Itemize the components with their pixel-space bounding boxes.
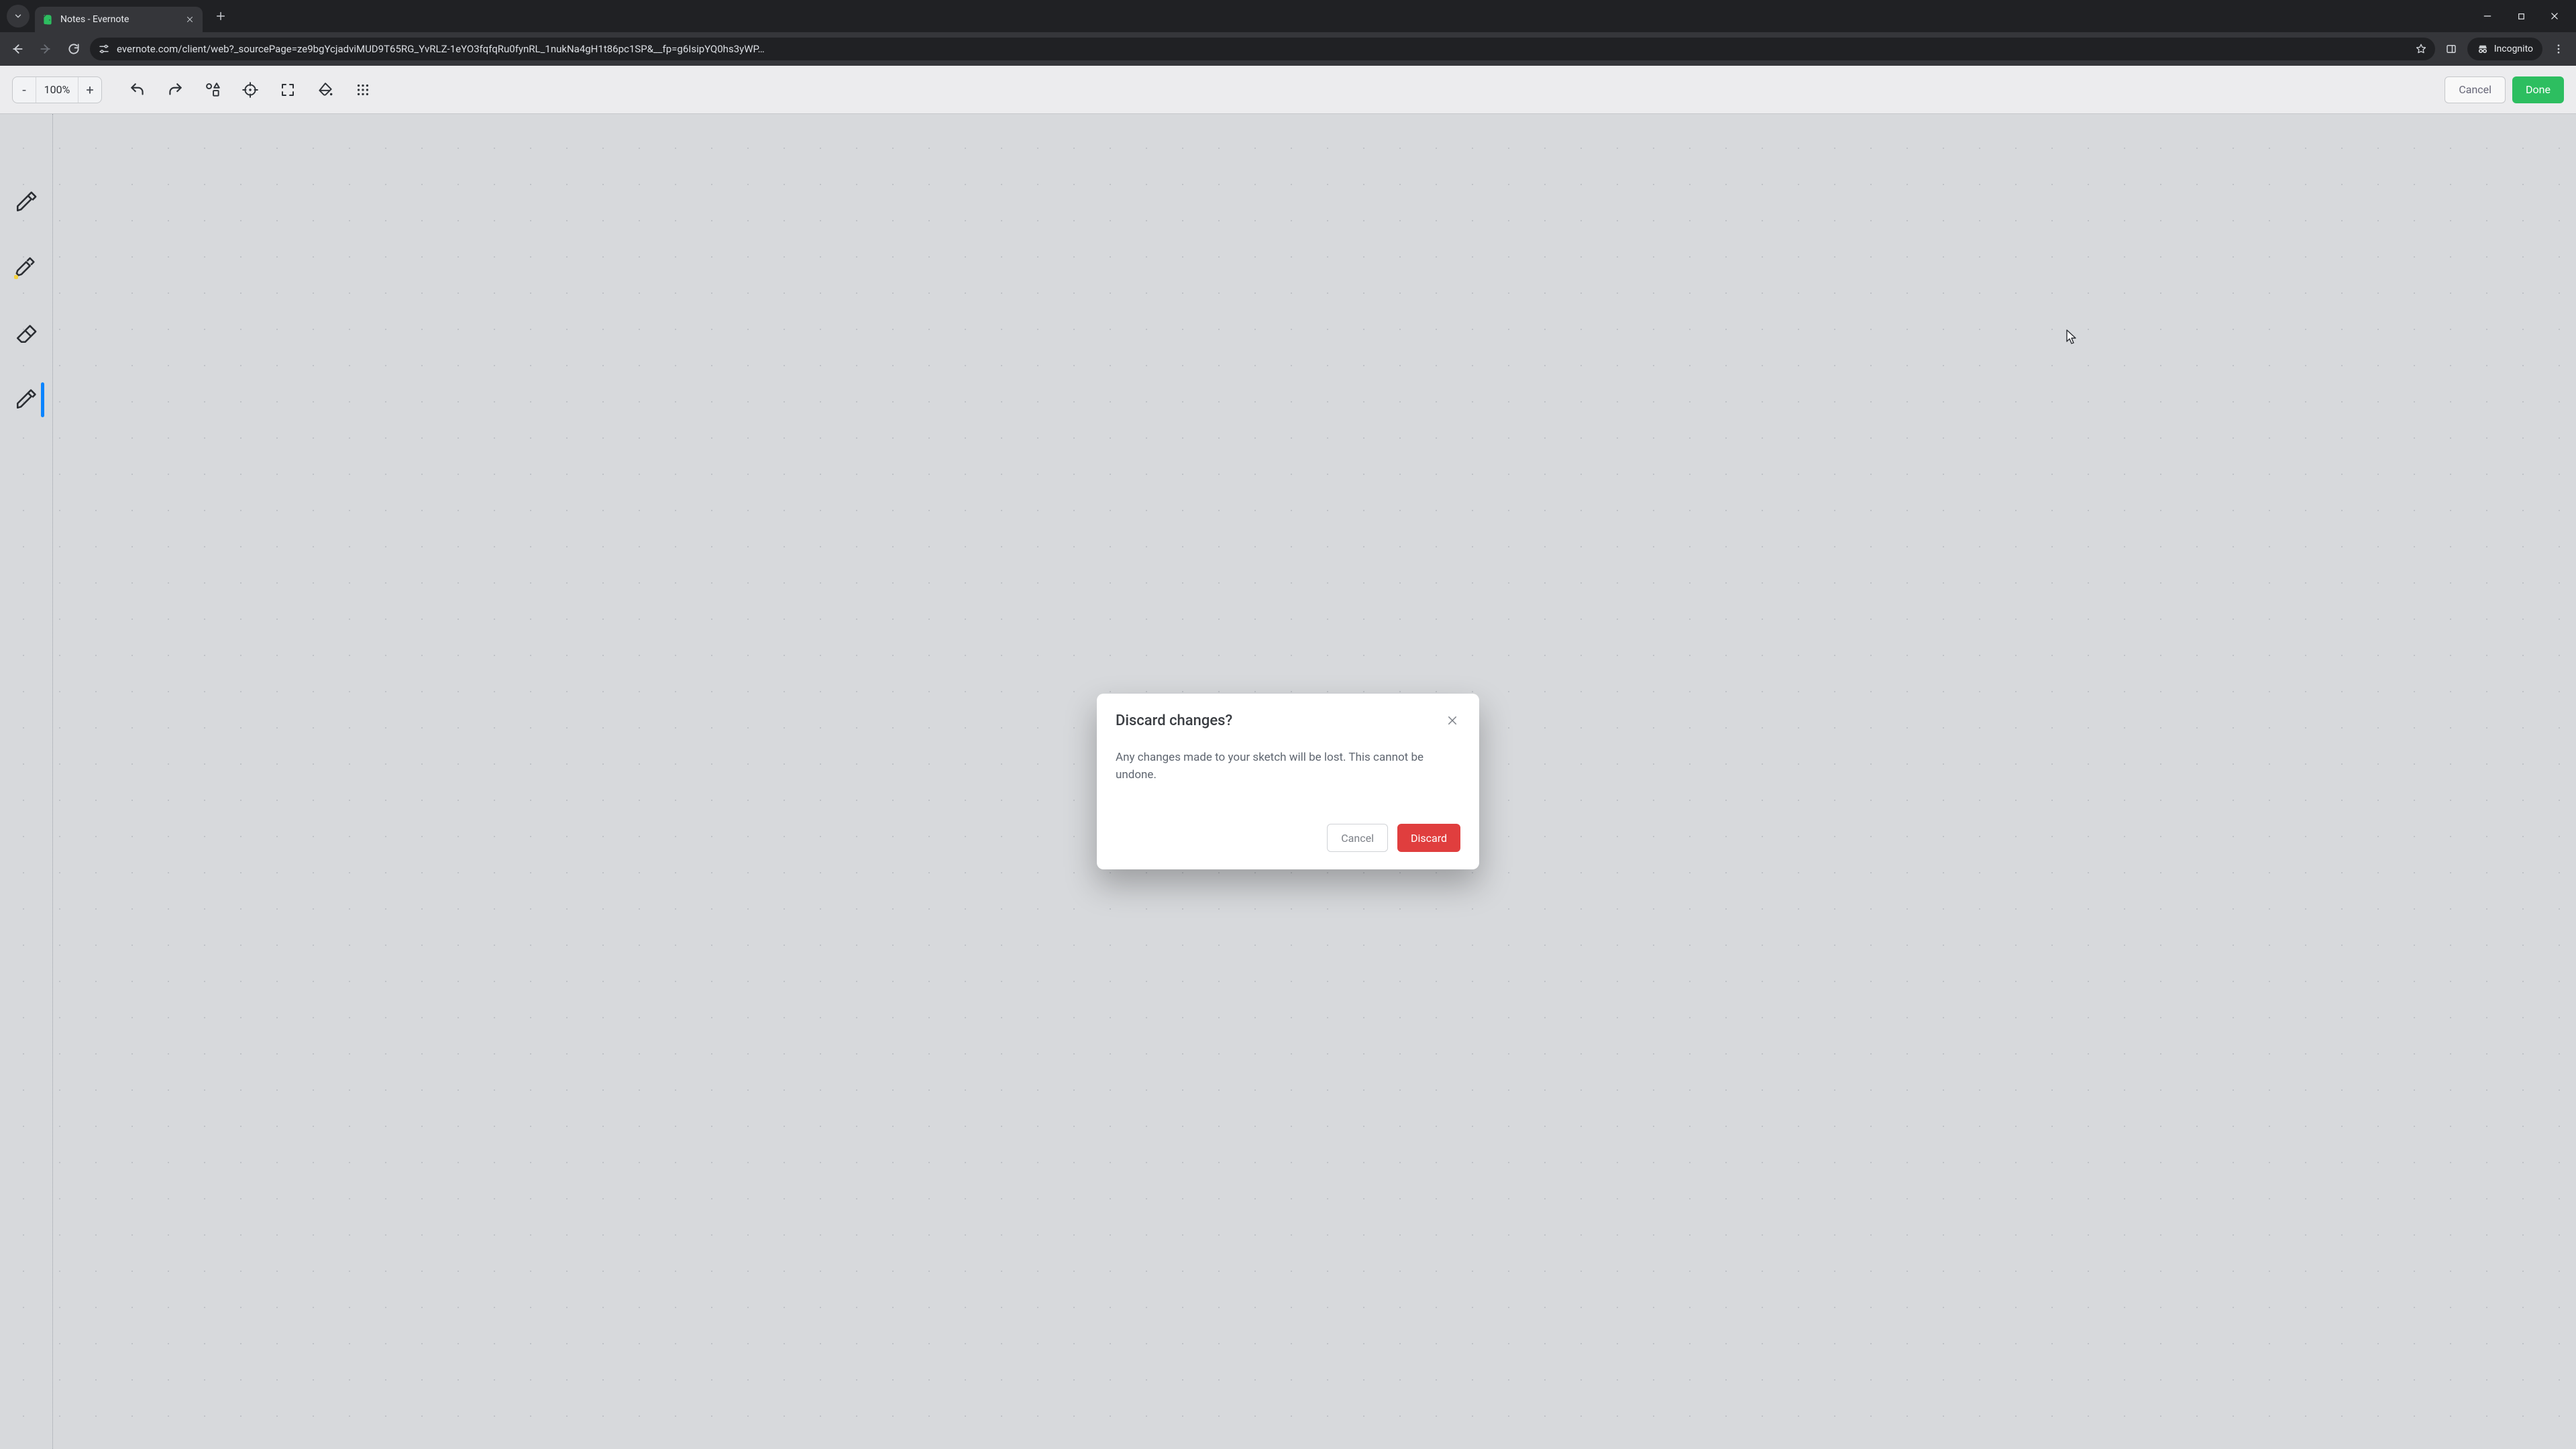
redo-icon [166, 81, 184, 99]
star-icon [2415, 43, 2427, 55]
dialog-discard-button[interactable]: Discard [1397, 824, 1460, 852]
nav-reload-button[interactable] [62, 37, 86, 61]
window-controls [2466, 0, 2576, 32]
browser-chrome: Notes - Evernote [0, 0, 2576, 66]
browser-menu-button[interactable] [2546, 37, 2571, 61]
active-tool-indicator [41, 382, 44, 417]
address-bar[interactable]: evernote.com/client/web?_sourcePage=ze9b… [90, 38, 2435, 60]
minimize-icon [2483, 11, 2492, 21]
arrow-right-icon [39, 42, 52, 56]
redo-button[interactable] [164, 78, 186, 101]
sketch-toolbar: - 100% + Cancel Done [0, 66, 2576, 114]
url-text: evernote.com/client/web?_sourcePage=ze9b… [117, 43, 2408, 55]
nav-back-button[interactable] [5, 37, 30, 61]
eraser-tool[interactable] [12, 319, 40, 347]
reload-icon [67, 42, 80, 56]
shapes-icon [204, 81, 221, 99]
close-icon [186, 15, 194, 23]
cancel-button[interactable]: Cancel [2445, 76, 2506, 103]
chevron-down-icon [13, 11, 23, 21]
highlighter-color-dot [14, 275, 18, 279]
grid-dots-icon [356, 83, 370, 97]
eraser-icon [15, 322, 38, 345]
side-panel-button[interactable] [2439, 37, 2463, 61]
paint-bucket-icon [317, 81, 334, 99]
highlighter-tool[interactable] [12, 254, 40, 282]
dialog-close-button[interactable] [1444, 712, 1460, 729]
close-icon [2550, 11, 2559, 21]
crosshair-button[interactable] [239, 78, 262, 101]
crosshair-icon [241, 81, 259, 99]
incognito-indicator[interactable]: Incognito [2467, 38, 2542, 60]
undo-button[interactable] [126, 78, 149, 101]
dialog-title: Discard changes? [1116, 712, 1232, 729]
sketch-canvas-area[interactable]: Discard changes? Any changes made to you… [0, 114, 2576, 1449]
dialog-body: Any changes made to your sketch will be … [1116, 749, 1431, 784]
fill-button[interactable] [314, 78, 337, 101]
discard-changes-dialog: Discard changes? Any changes made to you… [1097, 694, 1479, 869]
cursor-icon [2066, 329, 2077, 345]
evernote-favicon-icon [42, 13, 54, 25]
expand-icon [280, 82, 296, 98]
tune-icon [98, 43, 110, 55]
incognito-label: Incognito [2494, 44, 2533, 54]
zoom-value[interactable]: 100% [36, 77, 78, 103]
new-tab-button[interactable] [211, 6, 231, 26]
plus-icon [215, 11, 226, 21]
dialog-cancel-button[interactable]: Cancel [1327, 824, 1388, 852]
tab-strip: Notes - Evernote [0, 0, 2576, 32]
browser-tab-title: Notes - Evernote [60, 14, 177, 25]
browser-tab[interactable]: Notes - Evernote [35, 7, 203, 32]
tab-close-button[interactable] [184, 13, 196, 25]
done-button[interactable]: Done [2512, 76, 2564, 103]
site-settings-button[interactable] [98, 43, 110, 55]
window-minimize-button[interactable] [2478, 7, 2497, 25]
zoom-in-button[interactable]: + [78, 77, 101, 103]
zoom-control: - 100% + [12, 76, 102, 103]
mouse-cursor [2066, 329, 2077, 345]
drawing-tools-sidebar [0, 188, 52, 413]
panel-icon [2445, 43, 2457, 55]
grid-button[interactable] [352, 78, 374, 101]
zoom-out-button[interactable]: - [13, 77, 36, 103]
maximize-icon [2517, 12, 2526, 21]
pen-icon [15, 191, 38, 213]
window-maximize-button[interactable] [2512, 7, 2530, 25]
stylus-icon [15, 388, 38, 411]
highlighter-icon [15, 256, 38, 279]
vertical-guide [52, 114, 53, 1449]
shapes-button[interactable] [201, 78, 224, 101]
stylus-tool[interactable] [12, 385, 40, 413]
window-close-button[interactable] [2545, 7, 2564, 25]
arrow-left-icon [11, 42, 24, 56]
close-icon [1446, 714, 1458, 727]
nav-forward-button[interactable] [34, 37, 58, 61]
bookmark-button[interactable] [2415, 43, 2427, 55]
undo-icon [129, 81, 146, 99]
pen-tool[interactable] [12, 188, 40, 216]
kebab-icon [2553, 43, 2565, 55]
expand-button[interactable] [276, 78, 299, 101]
incognito-icon [2477, 43, 2489, 55]
tab-search-button[interactable] [7, 5, 30, 28]
toolbar-actions [126, 78, 374, 101]
omnibar: evernote.com/client/web?_sourcePage=ze9b… [0, 32, 2576, 66]
